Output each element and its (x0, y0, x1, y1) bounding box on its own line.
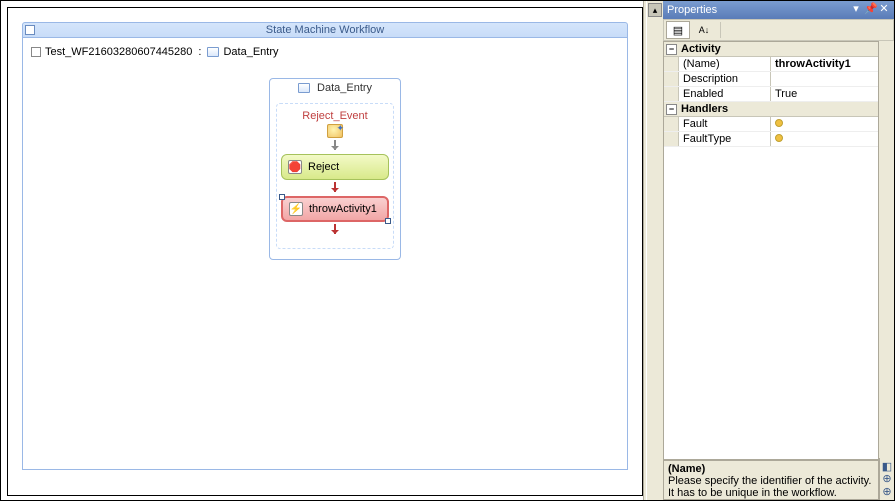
state-icon (298, 83, 310, 93)
connector (334, 140, 336, 150)
property-row-description[interactable]: Description (664, 72, 878, 87)
right-gutter: ◧ ⊕ ⊕ (879, 41, 894, 500)
breadcrumb-root[interactable]: Test_WF21603280607445280 (45, 46, 192, 58)
throw-icon: ⚡ (289, 202, 303, 216)
property-name: Enabled (679, 87, 771, 101)
description-text: Please specify the identifier of the act… (668, 475, 874, 499)
row-gutter (664, 57, 679, 71)
property-name: Fault (679, 117, 771, 131)
categorized-icon: ▤ (673, 24, 683, 37)
property-value[interactable]: throwActivity1 (771, 57, 878, 71)
property-value[interactable]: True (771, 87, 878, 101)
property-name: FaultType (679, 132, 771, 146)
canvas-body[interactable]: Test_WF21603280607445280 : Data_Entry Da… (22, 38, 628, 470)
event-name: Reject_Event (281, 110, 389, 122)
category-handlers[interactable]: − Handlers (664, 102, 878, 117)
row-gutter (664, 87, 679, 101)
throw-activity[interactable]: ⚡ throwActivity1 (281, 196, 389, 222)
property-row-enabled[interactable]: Enabled True (664, 87, 878, 102)
category-activity[interactable]: − Activity (664, 42, 878, 57)
workflow-root-icon (31, 47, 41, 57)
collapse-icon[interactable]: − (666, 44, 677, 55)
property-name: (Name) (679, 57, 771, 71)
selection-handle[interactable] (279, 194, 285, 200)
collapse-icon[interactable]: − (666, 104, 677, 115)
workflow-designer[interactable]: State Machine Workflow Test_WF2160328060… (7, 7, 643, 496)
property-value[interactable] (771, 132, 878, 146)
properties-title-text: Properties (667, 1, 717, 19)
state-activity[interactable]: Data_Entry Reject_Event 🛑 Reject ⚡ (269, 78, 401, 260)
breadcrumb: Test_WF21603280607445280 : Data_Entry (31, 46, 279, 58)
properties-titlebar: Properties ▾ 📌 ✕ (663, 1, 894, 19)
reject-icon: 🛑 (288, 160, 302, 174)
canvas-title-text: State Machine Workflow (266, 24, 384, 36)
activity-label: Reject (308, 161, 339, 173)
property-grid[interactable]: − Activity (Name) throwActivity1 Descrip… (663, 41, 879, 460)
alphabetical-button[interactable]: A↓ (692, 21, 716, 39)
warning-icon (775, 134, 783, 142)
reject-activity[interactable]: 🛑 Reject (281, 154, 389, 180)
scroll-up-icon[interactable]: ▴ (648, 3, 662, 17)
sort-az-icon: A↓ (699, 25, 710, 35)
row-gutter (664, 132, 679, 146)
selection-handle[interactable] (385, 218, 391, 224)
tab-icon[interactable]: ◧ (880, 460, 894, 472)
connector (334, 224, 336, 234)
property-description: (Name) Please specify the identifier of … (663, 460, 879, 500)
activity-label: throwActivity1 (309, 203, 377, 215)
scroll-gutter: ▴ (647, 1, 663, 500)
workflow-icon (25, 25, 35, 35)
property-row-fault[interactable]: Fault (664, 117, 878, 132)
event-icon (327, 124, 343, 138)
warning-icon (775, 119, 783, 127)
row-gutter (664, 72, 679, 86)
category-label: Activity (681, 43, 721, 55)
category-label: Handlers (681, 103, 728, 115)
canvas-title-bar: State Machine Workflow (22, 22, 628, 38)
close-icon[interactable]: ✕ (878, 4, 890, 16)
breadcrumb-current[interactable]: Data_Entry (223, 46, 278, 58)
tab-icon[interactable]: ⊕ (880, 486, 894, 498)
event-driven-activity[interactable]: Reject_Event 🛑 Reject ⚡ throwActivity1 (276, 103, 394, 249)
state-name: Data_Entry (317, 82, 372, 94)
property-value[interactable] (771, 117, 878, 131)
property-row-faulttype[interactable]: FaultType (664, 132, 878, 147)
row-gutter (664, 117, 679, 131)
connector (334, 182, 336, 192)
categorized-button[interactable]: ▤ (666, 21, 690, 39)
state-icon (207, 47, 219, 57)
breadcrumb-separator: : (196, 46, 203, 58)
property-value[interactable] (771, 72, 878, 86)
state-header: Data_Entry (270, 79, 400, 97)
property-row-name[interactable]: (Name) throwActivity1 (664, 57, 878, 72)
autohide-dropdown-icon[interactable]: ▾ (850, 4, 862, 16)
properties-panel: Properties ▾ 📌 ✕ ▤ A↓ − Activity (663, 1, 894, 500)
tab-icon[interactable]: ⊕ (880, 473, 894, 485)
properties-toolbar: ▤ A↓ (663, 19, 894, 41)
description-name: (Name) (668, 463, 874, 475)
side-tab-strip: ◧ ⊕ ⊕ (879, 458, 894, 500)
pin-icon[interactable]: 📌 (864, 4, 876, 16)
property-name: Description (679, 72, 771, 86)
toolbar-separator (720, 22, 721, 38)
